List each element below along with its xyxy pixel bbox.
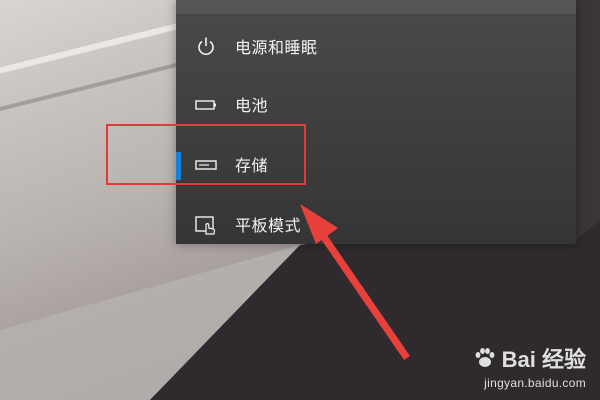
selection-indicator <box>176 92 181 120</box>
selection-indicator <box>176 34 181 62</box>
sidebar-item-label: 电池 <box>235 96 269 115</box>
sidebar-item-battery[interactable]: 电池 <box>176 84 576 124</box>
annotation-highlight-box <box>106 124 306 185</box>
panel-top-item[interactable] <box>176 0 576 14</box>
paw-icon <box>475 348 495 367</box>
battery-icon <box>194 94 218 116</box>
watermark-logo: Bai 经验 <box>472 342 586 374</box>
sidebar-item-power-sleep[interactable]: 电源和睡眠 <box>176 26 576 66</box>
settings-nav-panel: 电源和睡眠 电池 存储 平板模式 <box>176 0 576 244</box>
sidebar-item-tablet-mode[interactable]: 平板模式 <box>176 204 576 244</box>
watermark-brand: Bai 经验 <box>501 347 586 372</box>
watermark: Bai 经验 jingyan.baidu.com <box>472 342 586 390</box>
tablet-mode-icon <box>194 214 218 236</box>
sidebar-item-label: 电源和睡眠 <box>235 38 318 57</box>
selection-indicator <box>176 212 181 240</box>
power-icon <box>194 36 218 58</box>
sidebar-item-label: 平板模式 <box>235 216 302 235</box>
watermark-url: jingyan.baidu.com <box>484 376 586 390</box>
